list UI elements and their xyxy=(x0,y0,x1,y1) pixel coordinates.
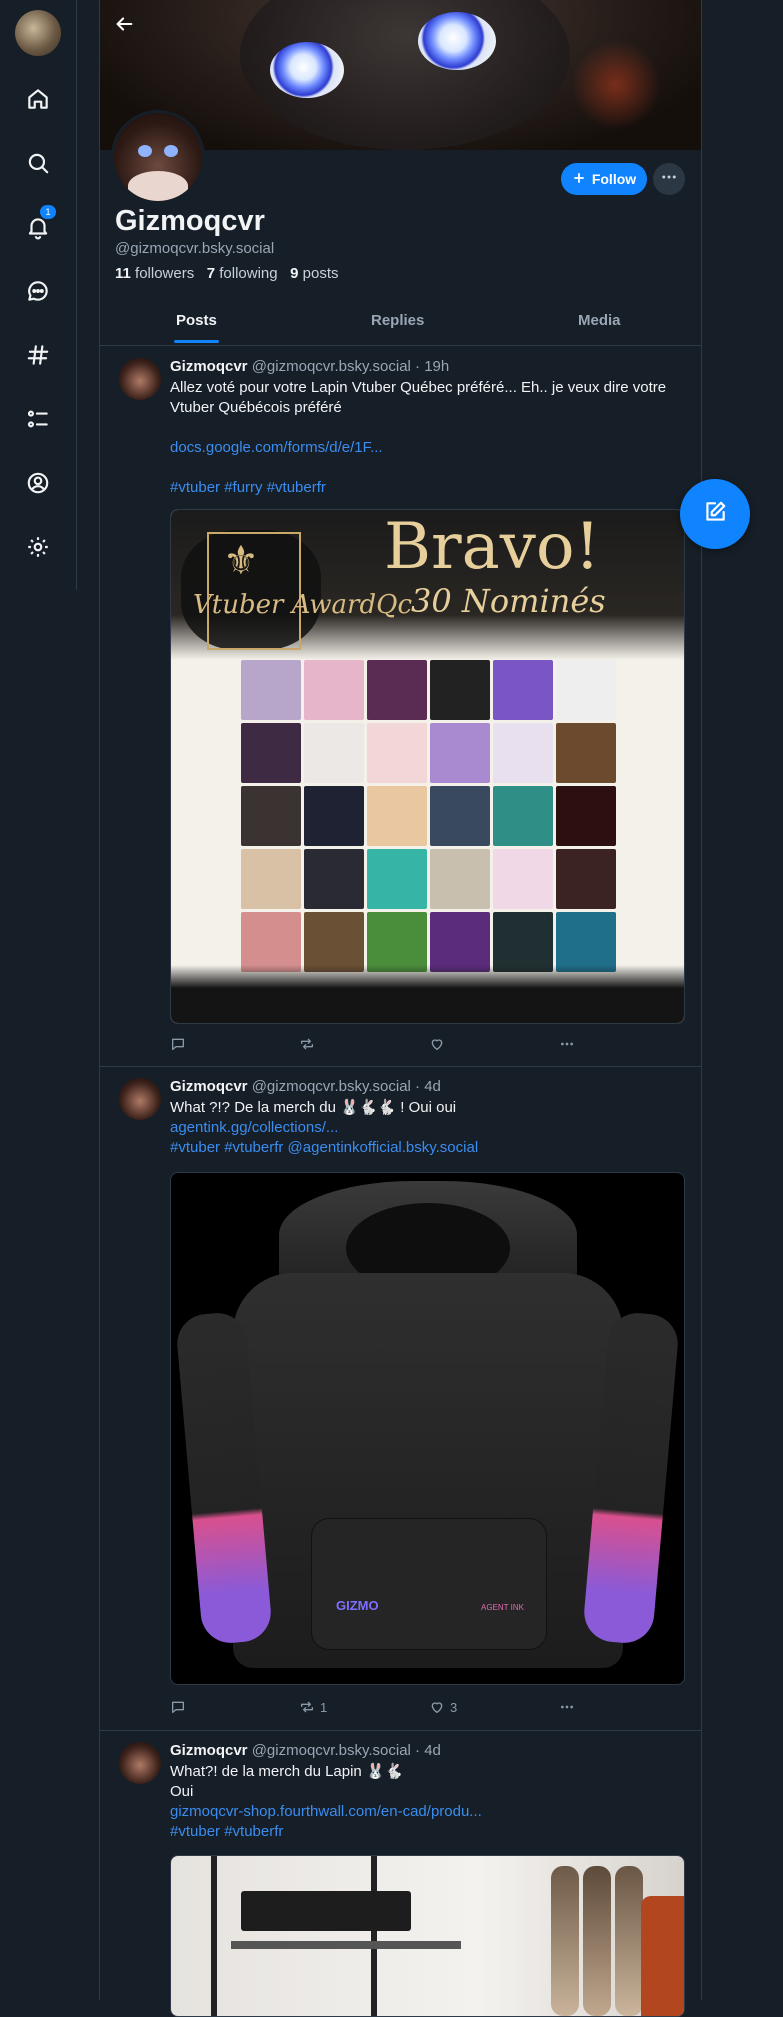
tab-media[interactable]: Media xyxy=(578,312,621,329)
post-link[interactable]: gizmoqcvr-shop.fourthwall.com/en-cad/pro… xyxy=(170,1802,680,1822)
chat-icon[interactable] xyxy=(18,271,58,311)
profile-tabs: Posts Replies Media xyxy=(100,300,701,346)
profile-handle: @gizmoqcvr.bsky.social xyxy=(115,240,275,257)
post-time[interactable]: · 4d xyxy=(415,1742,441,1759)
home-icon[interactable] xyxy=(18,79,58,119)
post-author[interactable]: Gizmoqcvr xyxy=(170,1078,248,1095)
post-hashtags[interactable]: #vtuber #vtuberfr xyxy=(170,1822,680,1842)
profile-icon[interactable] xyxy=(18,463,58,503)
post-image[interactable] xyxy=(170,1855,685,2017)
ellipsis-icon xyxy=(660,168,678,191)
nominee-grid xyxy=(241,660,616,972)
post-author[interactable]: Gizmoqcvr xyxy=(170,358,248,375)
compose-icon xyxy=(702,499,728,530)
reply-button[interactable] xyxy=(170,1036,186,1052)
post-handle[interactable]: @gizmoqcvr.bsky.social xyxy=(252,1078,411,1095)
post-text: What?! de la merch du Lapin 🐰🐇 xyxy=(170,1763,404,1780)
post-time[interactable]: · 19h xyxy=(415,358,449,375)
feed-post[interactable]: Gizmoqcvr @gizmoqcvr.bsky.social · 4d Wh… xyxy=(100,1066,701,1731)
post-link[interactable]: docs.google.com/forms/d/e/1F... xyxy=(170,438,680,458)
repost-button[interactable]: 1 xyxy=(299,1699,327,1715)
like-button[interactable] xyxy=(429,1036,445,1052)
like-count: 3 xyxy=(450,1699,458,1715)
post-actions xyxy=(170,1036,600,1056)
post-author[interactable]: Gizmoqcvr xyxy=(170,1742,248,1759)
followers-link[interactable]: 11 followers xyxy=(115,265,194,282)
post-text-line2: Oui xyxy=(170,1783,194,1800)
post-header: Gizmoqcvr @gizmoqcvr.bsky.social · 4d xyxy=(170,1742,441,1759)
profile-stats: 11 followers 7 following 9 posts xyxy=(115,265,339,282)
left-nav: 1 xyxy=(0,0,77,590)
post-handle[interactable]: @gizmoqcvr.bsky.social xyxy=(252,1742,411,1759)
post-header: Gizmoqcvr @gizmoqcvr.bsky.social · 19h xyxy=(170,358,449,375)
post-header: Gizmoqcvr @gizmoqcvr.bsky.social · 4d xyxy=(170,1078,441,1095)
post-image[interactable]: GIZMO AGENT INK xyxy=(170,1172,685,1685)
user-avatar[interactable] xyxy=(15,10,61,56)
post-link[interactable]: agentink.gg/collections/... xyxy=(170,1118,680,1138)
notification-badge: 1 xyxy=(40,205,56,219)
hoodie-print-right: AGENT INK xyxy=(481,1603,524,1612)
post-hashtags[interactable]: #vtuber #furry #vtuberfr xyxy=(170,478,680,498)
fleur-de-lis-icon: ⚜ xyxy=(223,538,259,584)
post-image[interactable]: ⚜ Vtuber AwardQc Bravo! 30 Nominés xyxy=(170,509,685,1024)
like-button[interactable]: 3 xyxy=(429,1699,457,1715)
post-avatar[interactable] xyxy=(119,1742,161,1784)
lists-icon[interactable] xyxy=(18,399,58,439)
profile-display-name: Gizmoqcvr xyxy=(115,205,265,237)
follow-button[interactable]: Follow xyxy=(561,163,647,195)
repost-count: 1 xyxy=(320,1699,328,1715)
post-handle[interactable]: @gizmoqcvr.bsky.social xyxy=(252,358,411,375)
post-menu-button[interactable] xyxy=(559,1036,575,1052)
post-hashtags[interactable]: #vtuber #vtuberfr @agentinkofficial.bsky… xyxy=(170,1138,680,1158)
plus-icon xyxy=(572,171,586,188)
post-text: What ?!? De la merch du 🐰🐇🐇 ! Oui oui xyxy=(170,1099,457,1116)
main-column: Follow Gizmoqcvr @gizmoqcvr.bsky.social … xyxy=(99,0,702,2017)
follow-label: Follow xyxy=(591,171,637,187)
hashtag-icon[interactable] xyxy=(18,335,58,375)
post-actions: 1 3 xyxy=(170,1699,600,1719)
post-avatar[interactable] xyxy=(119,358,161,400)
image-title: Bravo! xyxy=(384,510,601,584)
feed-post[interactable]: Gizmoqcvr @gizmoqcvr.bsky.social · 4d Wh… xyxy=(100,1730,701,2017)
posts-count: 9 posts xyxy=(290,265,339,282)
back-arrow-icon[interactable] xyxy=(110,10,138,38)
more-options-button[interactable] xyxy=(653,163,685,195)
following-link[interactable]: 7 following xyxy=(207,265,278,282)
post-text: Allez voté pour votre Lapin Vtuber Québe… xyxy=(170,379,667,416)
tab-posts[interactable]: Posts xyxy=(174,312,219,343)
search-icon[interactable] xyxy=(18,143,58,183)
settings-icon[interactable] xyxy=(18,527,58,567)
reply-button[interactable] xyxy=(170,1699,186,1715)
post-menu-button[interactable] xyxy=(559,1699,575,1715)
tab-replies[interactable]: Replies xyxy=(371,312,424,329)
feed-post[interactable]: Gizmoqcvr @gizmoqcvr.bsky.social · 19h A… xyxy=(100,346,701,1067)
profile-avatar[interactable] xyxy=(111,110,205,204)
post-time[interactable]: · 4d xyxy=(415,1078,441,1095)
hoodie-print-left: GIZMO xyxy=(336,1598,379,1613)
post-avatar[interactable] xyxy=(119,1078,161,1120)
compose-button[interactable] xyxy=(680,479,750,549)
image-subtitle: 30 Nominés xyxy=(411,582,606,620)
repost-button[interactable] xyxy=(299,1036,315,1052)
image-logo: Vtuber AwardQc xyxy=(193,590,413,620)
notifications-icon[interactable]: 1 xyxy=(18,205,58,247)
